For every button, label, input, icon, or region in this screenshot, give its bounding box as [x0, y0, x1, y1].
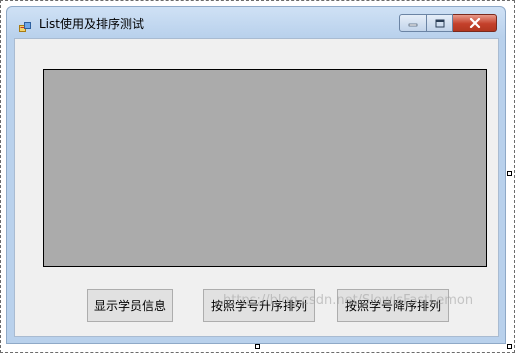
show-student-info-label: 显示学员信息	[93, 299, 166, 313]
window-title: List使用及排序测试	[39, 17, 144, 31]
close-button[interactable]	[453, 14, 497, 32]
show-student-info-button[interactable]: 显示学员信息	[87, 289, 173, 322]
close-icon	[469, 18, 480, 28]
watermark: https://blog.csdn.net/SlowIsFastLemon	[223, 293, 474, 308]
designer-surface: List使用及排序测试 显示学员信息 按照学号升序排列 按照学号降序排列 htt…	[0, 0, 515, 353]
minimize-icon	[408, 23, 418, 27]
resize-handle-corner[interactable]	[507, 344, 512, 349]
title-bar[interactable]: List使用及排序测试	[7, 7, 505, 37]
maximize-icon	[435, 19, 444, 27]
resize-handle-right[interactable]	[507, 171, 512, 176]
maximize-button[interactable]	[427, 14, 453, 32]
app-icon	[19, 18, 32, 32]
resize-handle-bottom[interactable]	[255, 344, 260, 349]
minimize-button[interactable]	[399, 14, 427, 32]
student-listbox[interactable]	[43, 69, 487, 267]
